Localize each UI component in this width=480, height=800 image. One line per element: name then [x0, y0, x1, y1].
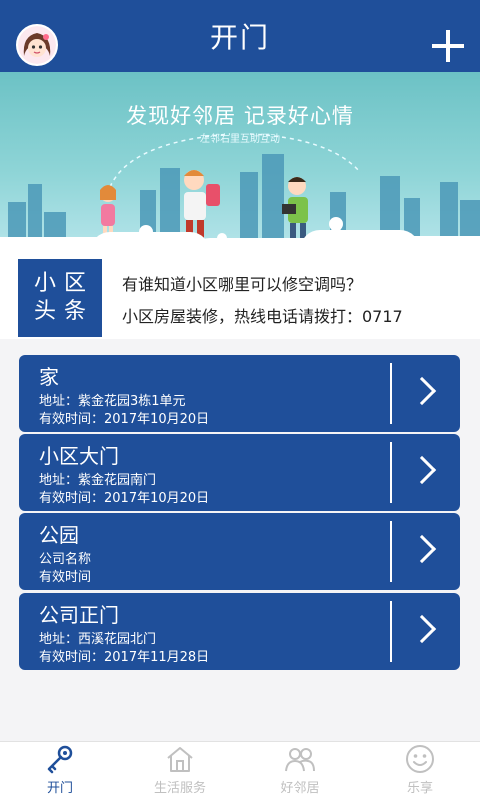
- nav-item-open-door[interactable]: 开门: [0, 742, 120, 800]
- nav-label: 乐享: [406, 781, 433, 796]
- community-news: 小区 头条 有谁知道小区哪里可以修空调吗？ 小区房屋装修，热线电话请拨打：071…: [0, 257, 480, 339]
- chevron-right-icon[interactable]: [407, 376, 437, 406]
- nav-label: 好邻居: [280, 781, 320, 796]
- card-divider: [390, 442, 392, 503]
- news-badge-line2: 头条: [33, 299, 94, 324]
- banner-subtitle: 左邻右里互助互动: [200, 134, 280, 145]
- smile-icon: [406, 745, 434, 773]
- door-card[interactable]: 家 地址：紫金花园3栋1单元 有效时间：2017年10月20日: [19, 355, 460, 432]
- chevron-right-icon[interactable]: [407, 614, 437, 644]
- news-badge: 小区 头条: [18, 259, 102, 337]
- news-headline-2[interactable]: 小区房屋装修，热线电话请拨打：0717: [122, 303, 403, 327]
- nav-item-life-service[interactable]: 生活服务: [120, 742, 240, 800]
- door-list: 家 地址：紫金花园3栋1单元 有效时间：2017年10月20日 小区大门 地址：…: [0, 339, 480, 741]
- card-divider: [390, 521, 392, 582]
- card-divider: [390, 601, 392, 662]
- door-name: 公司正门: [39, 603, 119, 627]
- nav-label: 开门: [46, 781, 73, 796]
- people-icon: [285, 748, 315, 772]
- door-address: 地址：紫金花园南门: [39, 473, 157, 488]
- key-icon: [47, 745, 73, 774]
- door-name: 公园: [39, 523, 79, 547]
- door-valid-time: 有效时间: [39, 570, 92, 585]
- door-card[interactable]: 公园 公司名称 有效时间: [19, 513, 460, 590]
- add-button[interactable]: [432, 30, 464, 62]
- door-valid-time: 有效时间：2017年11月28日: [39, 650, 210, 665]
- door-name: 小区大门: [39, 444, 119, 468]
- avatar-icon: [18, 26, 56, 64]
- bottom-navigation: 开门 生活服务 好邻居 乐享: [0, 741, 480, 800]
- card-divider: [390, 363, 392, 424]
- chevron-right-icon[interactable]: [407, 534, 437, 564]
- door-card[interactable]: 小区大门 地址：紫金花园南门 有效时间：2017年10月20日: [19, 434, 460, 511]
- nav-item-enjoy[interactable]: 乐享: [360, 742, 480, 800]
- door-name: 家: [39, 365, 59, 389]
- user-avatar[interactable]: [16, 24, 58, 66]
- door-valid-time: 有效时间：2017年10月20日: [39, 491, 210, 506]
- app-header: 开门: [0, 0, 480, 72]
- home-icon: [167, 747, 193, 772]
- door-address: 地址：紫金花园3栋1单元: [39, 394, 186, 409]
- nav-item-neighbors[interactable]: 好邻居: [240, 742, 360, 800]
- door-address: 公司名称: [39, 552, 92, 567]
- door-card[interactable]: 公司正门 地址：西溪花园北门 有效时间：2017年11月28日: [19, 593, 460, 670]
- news-headline-1[interactable]: 有谁知道小区哪里可以修空调吗？: [122, 271, 362, 295]
- chevron-right-icon[interactable]: [407, 455, 437, 485]
- promo-banner[interactable]: 发现好邻居 记录好心情 左邻右里互助互动: [0, 72, 480, 257]
- door-valid-time: 有效时间：2017年10月20日: [39, 412, 210, 427]
- door-address: 地址：西溪花园北门: [39, 632, 157, 647]
- nav-label: 生活服务: [153, 781, 206, 796]
- banner-title: 发现好邻居 记录好心情: [126, 104, 354, 128]
- page-title: 开门: [209, 21, 270, 54]
- news-badge-line1: 小区: [33, 271, 94, 296]
